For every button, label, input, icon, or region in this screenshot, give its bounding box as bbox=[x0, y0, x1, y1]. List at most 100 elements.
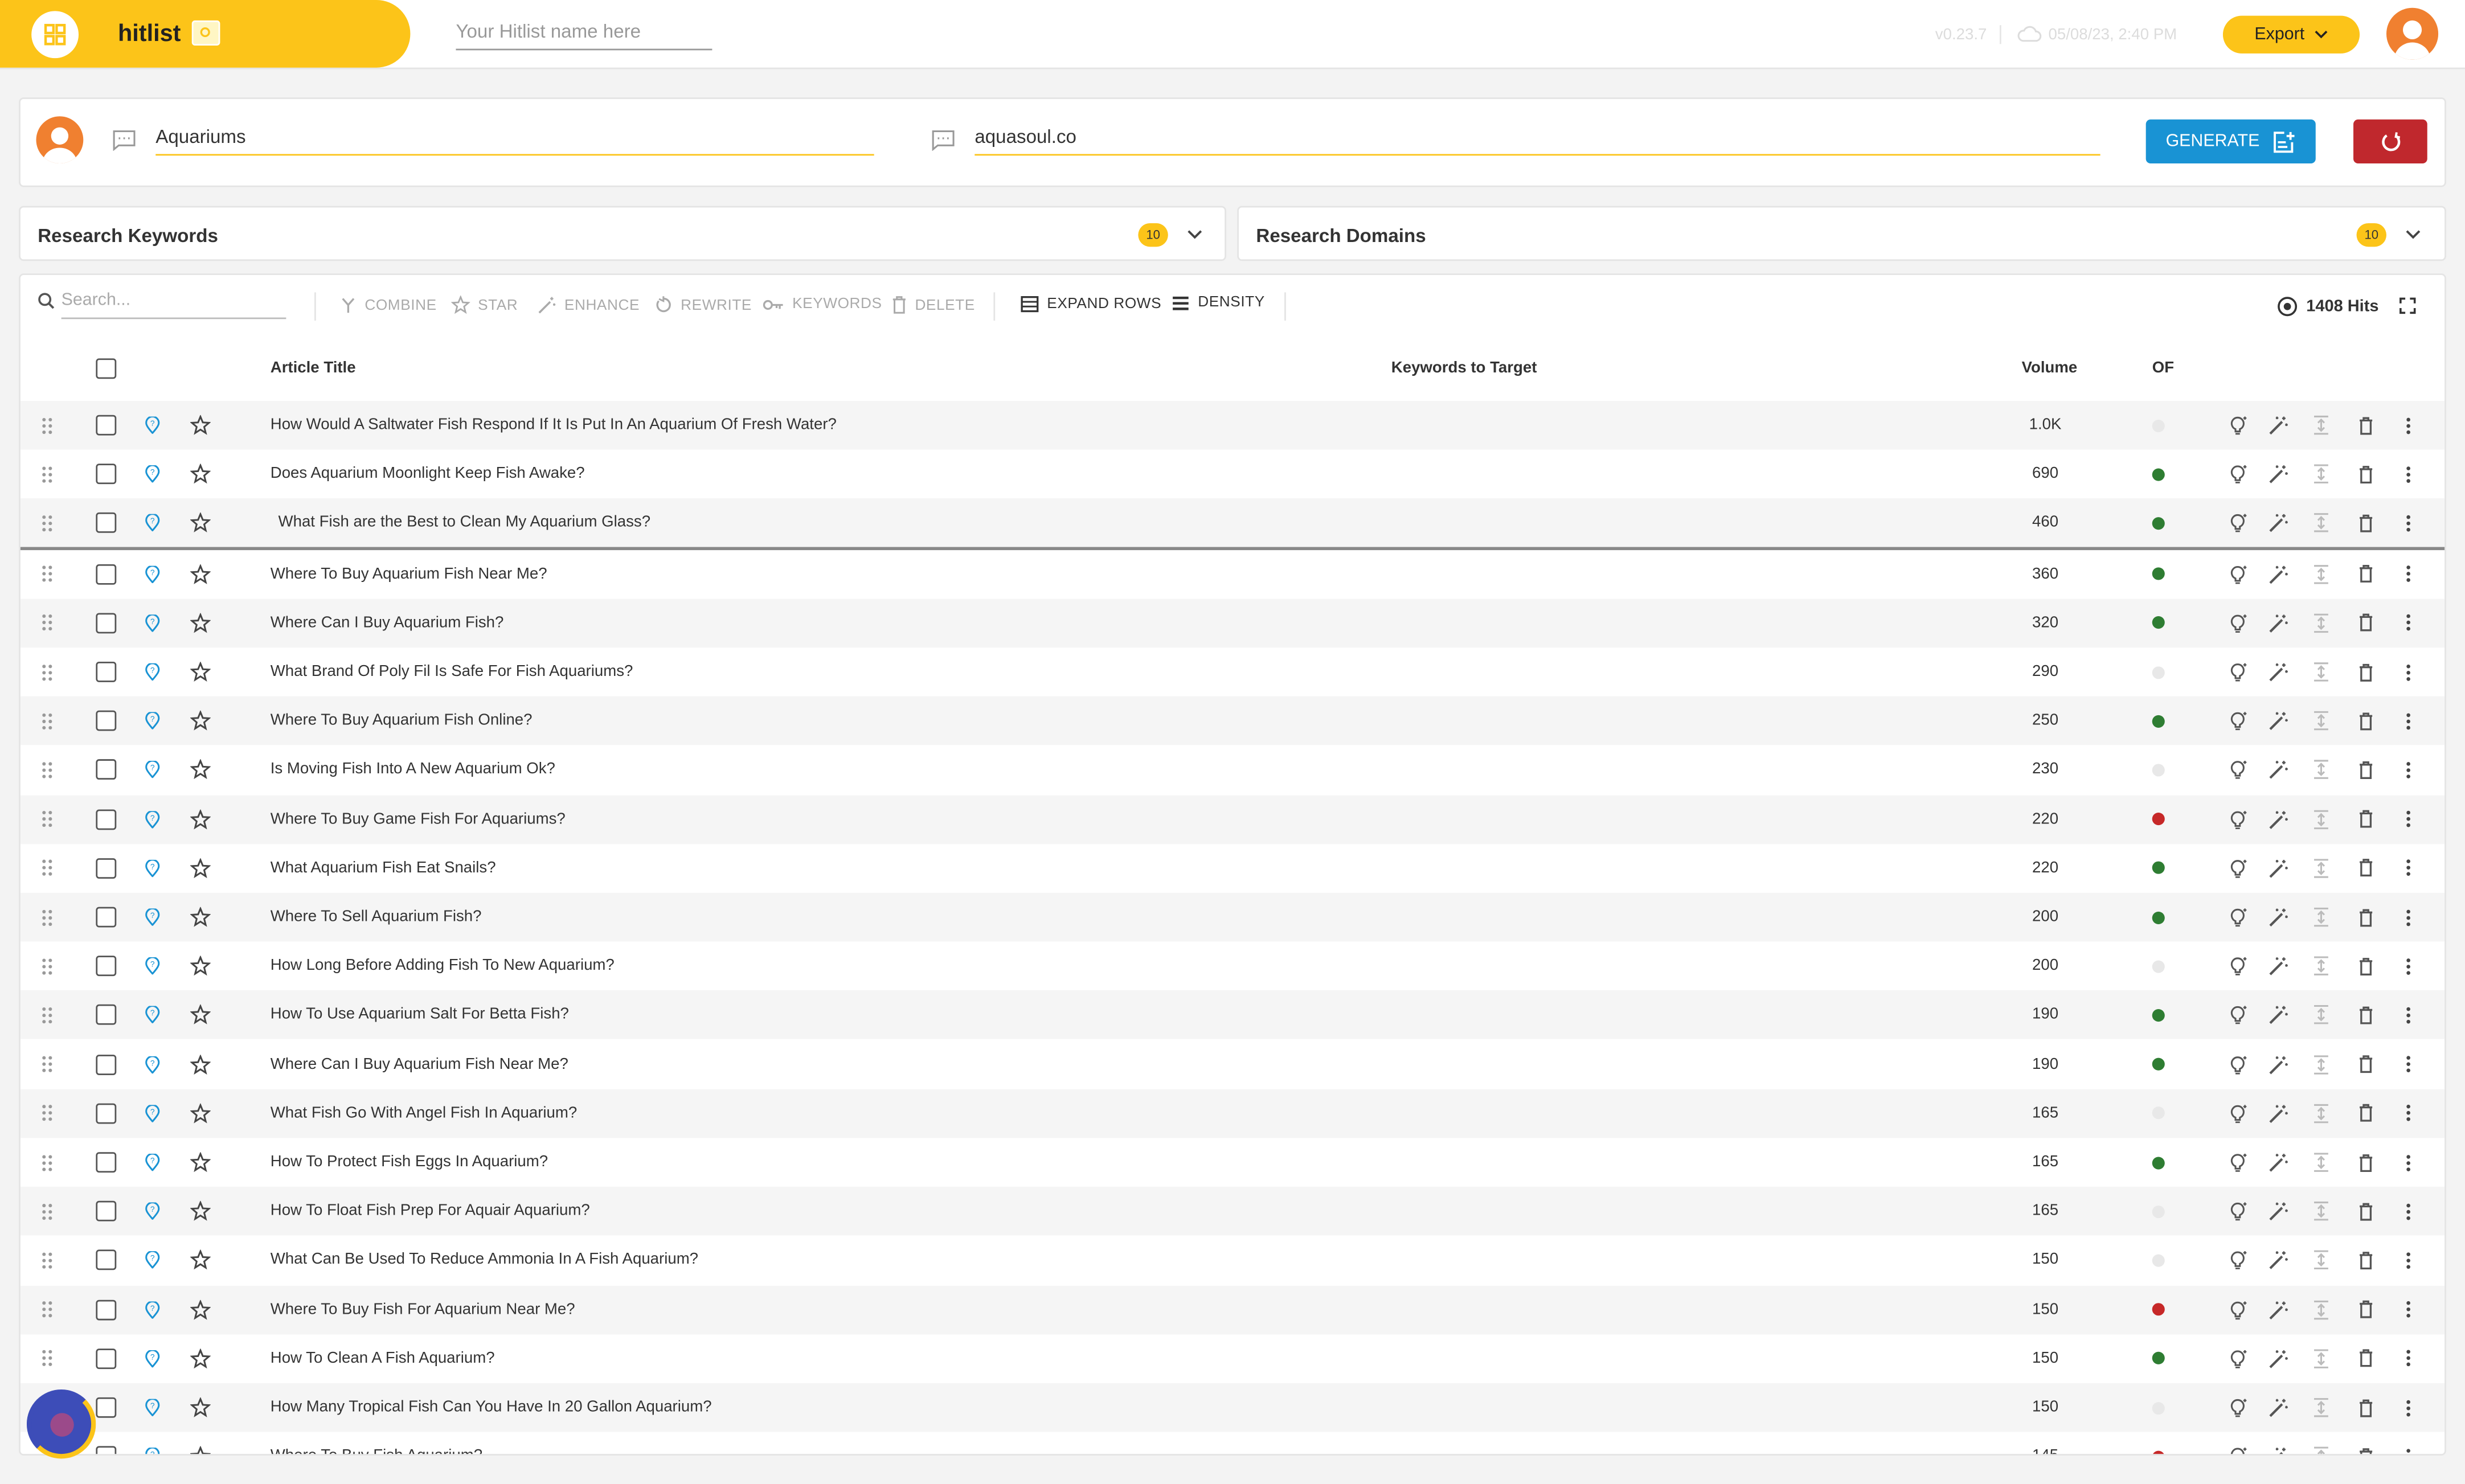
trash-icon[interactable] bbox=[2358, 450, 2374, 499]
trash-icon[interactable] bbox=[2358, 696, 2374, 745]
magic-wand-icon[interactable] bbox=[2269, 401, 2289, 450]
more-vert-icon[interactable] bbox=[2405, 647, 2411, 696]
article-title[interactable]: What Fish are the Best to Clean My Aquar… bbox=[279, 499, 651, 548]
chevron-down-icon[interactable] bbox=[1187, 229, 1203, 240]
table-row[interactable]: ? Where Can I Buy Aquarium Fish? 320 bbox=[20, 598, 2445, 647]
trash-icon[interactable] bbox=[2358, 991, 2374, 1040]
row-checkbox-cell[interactable] bbox=[96, 1432, 117, 1454]
idea-bulb-icon[interactable] bbox=[2227, 647, 2248, 696]
star-icon[interactable] bbox=[190, 1187, 211, 1236]
row-checkbox-cell[interactable] bbox=[96, 991, 117, 1040]
table-row[interactable]: ? What Aquarium Fish Eat Snails? 220 bbox=[21, 844, 2444, 893]
expand-vertical-icon[interactable] bbox=[2312, 647, 2329, 696]
star-button[interactable]: STAR bbox=[451, 295, 518, 314]
magic-wand-icon[interactable] bbox=[2269, 1089, 2289, 1138]
expand-vertical-icon[interactable] bbox=[2312, 1236, 2329, 1285]
more-vert-icon[interactable] bbox=[2405, 696, 2411, 745]
drag-handle-icon[interactable] bbox=[41, 795, 54, 844]
table-row[interactable]: ? How Long Before Adding Fish To New Aqua… bbox=[21, 942, 2444, 991]
topic-input[interactable]: Aquariums bbox=[155, 126, 874, 156]
row-checkbox[interactable] bbox=[96, 464, 117, 485]
row-checkbox[interactable] bbox=[96, 1397, 117, 1418]
more-vert-icon[interactable] bbox=[2405, 401, 2411, 450]
expand-vertical-icon[interactable] bbox=[2312, 991, 2329, 1040]
article-title[interactable]: How To Protect Fish Eggs In Aquarium? bbox=[271, 1138, 548, 1187]
star-icon[interactable] bbox=[190, 1383, 211, 1432]
more-vert-icon[interactable] bbox=[2405, 598, 2411, 647]
row-checkbox[interactable] bbox=[96, 1005, 117, 1026]
keywords-button[interactable]: KEYWORDS bbox=[763, 296, 882, 313]
drag-handle-icon[interactable] bbox=[41, 647, 54, 696]
magic-wand-icon[interactable] bbox=[2269, 499, 2289, 548]
row-checkbox-cell[interactable] bbox=[96, 1236, 117, 1285]
star-icon[interactable] bbox=[190, 893, 211, 942]
expand-vertical-icon[interactable] bbox=[2312, 745, 2329, 794]
article-title[interactable]: What Aquarium Fish Eat Snails? bbox=[271, 844, 496, 893]
idea-bulb-icon[interactable] bbox=[2227, 1089, 2248, 1138]
location-pin-icon[interactable]: ? bbox=[145, 795, 161, 844]
row-checkbox-cell[interactable] bbox=[96, 745, 117, 794]
more-vert-icon[interactable] bbox=[2405, 550, 2411, 598]
idea-bulb-icon[interactable] bbox=[2227, 1383, 2248, 1432]
idea-bulb-icon[interactable] bbox=[2227, 1236, 2248, 1285]
table-row[interactable]: ? Where To Buy Game Fish For Aquariums? 22… bbox=[20, 794, 2445, 844]
magic-wand-icon[interactable] bbox=[2269, 1383, 2289, 1432]
table-row[interactable]: ? How To Clean A Fish Aquarium? 150 bbox=[21, 1334, 2444, 1383]
magic-wand-icon[interactable] bbox=[2269, 1334, 2289, 1383]
location-pin-icon[interactable]: ? bbox=[145, 991, 161, 1040]
trash-icon[interactable] bbox=[2358, 401, 2374, 450]
article-title[interactable]: Where To Buy Game Fish For Aquariums? bbox=[271, 795, 566, 844]
column-volume[interactable]: Volume bbox=[2022, 360, 2078, 377]
idea-bulb-icon[interactable] bbox=[2227, 499, 2248, 548]
article-title[interactable]: What Fish Go With Angel Fish In Aquarium… bbox=[271, 1089, 577, 1138]
article-title[interactable]: How Many Tropical Fish Can You Have In 2… bbox=[271, 1383, 712, 1432]
star-icon[interactable] bbox=[190, 1089, 211, 1138]
magic-wand-icon[interactable] bbox=[2269, 1138, 2289, 1187]
location-pin-icon[interactable]: ? bbox=[145, 942, 161, 991]
row-checkbox[interactable] bbox=[96, 1152, 117, 1173]
drag-handle-icon[interactable] bbox=[41, 696, 54, 745]
combine-button[interactable]: COMBINE bbox=[339, 296, 436, 314]
star-icon[interactable] bbox=[190, 1334, 211, 1383]
row-checkbox[interactable] bbox=[96, 1348, 117, 1369]
magic-wand-icon[interactable] bbox=[2269, 1285, 2289, 1334]
expand-vertical-icon[interactable] bbox=[2312, 1334, 2329, 1383]
drag-handle-icon[interactable] bbox=[41, 401, 54, 450]
more-vert-icon[interactable] bbox=[2405, 745, 2411, 794]
table-row[interactable]: ? Where To Buy Aquarium Fish Near Me? 360 bbox=[21, 550, 2444, 598]
more-vert-icon[interactable] bbox=[2405, 1089, 2411, 1138]
select-all-checkbox[interactable] bbox=[96, 358, 117, 379]
magic-wand-icon[interactable] bbox=[2269, 450, 2289, 499]
magic-wand-icon[interactable] bbox=[2269, 991, 2289, 1040]
row-checkbox-cell[interactable] bbox=[96, 795, 117, 844]
location-pin-icon[interactable]: ? bbox=[145, 550, 161, 598]
magic-wand-icon[interactable] bbox=[2269, 745, 2289, 794]
column-of[interactable]: OF bbox=[2152, 360, 2174, 377]
expand-vertical-icon[interactable] bbox=[2312, 1432, 2329, 1454]
location-pin-icon[interactable]: ? bbox=[145, 1383, 161, 1432]
idea-bulb-icon[interactable] bbox=[2227, 1334, 2248, 1383]
trash-icon[interactable] bbox=[2358, 1040, 2374, 1089]
expand-vertical-icon[interactable] bbox=[2312, 401, 2329, 450]
chevron-down-icon[interactable] bbox=[2405, 229, 2421, 240]
row-checkbox-cell[interactable] bbox=[96, 1089, 117, 1138]
expand-rows-button[interactable]: EXPAND ROWS bbox=[1020, 296, 1161, 313]
trash-icon[interactable] bbox=[2358, 795, 2374, 844]
table-row[interactable]: ? Where Can I Buy Aquarium Fish Near Me? 1… bbox=[21, 1040, 2444, 1089]
reset-button[interactable] bbox=[2353, 119, 2427, 164]
row-checkbox[interactable] bbox=[96, 1053, 117, 1075]
location-pin-icon[interactable]: ? bbox=[145, 844, 161, 893]
more-vert-icon[interactable] bbox=[2405, 1236, 2411, 1285]
more-vert-icon[interactable] bbox=[2405, 942, 2411, 991]
magic-wand-icon[interactable] bbox=[2269, 1040, 2289, 1089]
generate-button[interactable]: GENERATE bbox=[2145, 119, 2316, 164]
row-checkbox[interactable] bbox=[96, 711, 117, 732]
idea-bulb-icon[interactable] bbox=[2227, 550, 2248, 598]
drag-handle-icon[interactable] bbox=[41, 450, 54, 499]
star-icon[interactable] bbox=[190, 942, 211, 991]
row-checkbox[interactable] bbox=[96, 956, 117, 977]
apps-grid-button[interactable] bbox=[31, 11, 79, 59]
row-checkbox[interactable] bbox=[96, 513, 117, 534]
article-title[interactable]: How To Use Aquarium Salt For Betta Fish? bbox=[271, 991, 569, 1040]
trash-icon[interactable] bbox=[2358, 550, 2374, 598]
